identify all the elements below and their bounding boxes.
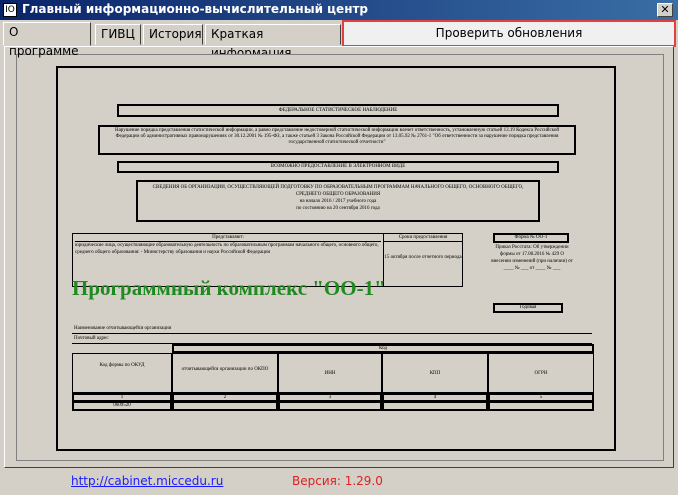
address-label: Почтовый адрес (74, 336, 109, 341)
title-bar: IO Главный информационно-вычислительный … (0, 0, 678, 20)
col-okud: Код формы по ОКУД (72, 353, 172, 393)
col-ogrn: ОГРН (488, 353, 594, 393)
product-name: Программный комплекс "ОО-1" (72, 276, 386, 300)
tab-history[interactable]: История (143, 24, 203, 45)
tab-brief-info[interactable]: Краткая информация (205, 24, 341, 60)
doc-subject-box: СВЕДЕНИЯ ОБ ОРГАНИЗАЦИИ, ОСУЩЕСТВЛЯЮЩЕЙ … (136, 180, 540, 222)
presenters-text: юридические лица, осуществляющие образов… (75, 243, 379, 255)
doc-notice: Нарушение порядка представления статисти… (98, 125, 576, 155)
doc-header: ФЕДЕРАЛЬНОЕ СТАТИСТИЧЕСКОЕ НАБЛЮДЕНИЕ (117, 104, 559, 117)
doc-date: по состоянию на 20 сентября 2016 года (296, 206, 380, 211)
code-head: Код (172, 344, 594, 353)
app-icon: IO (3, 3, 17, 17)
col-kpp: КПП (382, 353, 488, 393)
col-okpo: отчитывающейся организации по ОКПО (172, 353, 278, 393)
window-title: Главный информационно-вычислительный цен… (22, 2, 369, 16)
version-label: Версия: 1.29.0 (292, 474, 383, 488)
form-order: Приказ Росстата: Об утверждении формы от… (491, 245, 573, 271)
kpp-cell (382, 401, 488, 411)
deadline-head: Сроки предоставления (384, 234, 462, 242)
tab-about[interactable]: О программе (3, 22, 91, 58)
doc-electronic: ВОЗМОЖНО ПРЕДОСТАВЛЕНИЕ В ЭЛЕКТРОННОМ ВИ… (117, 161, 559, 173)
close-icon[interactable]: ✕ (657, 3, 673, 17)
tab-givc[interactable]: ГИВЦ (95, 24, 141, 45)
okpo-cell (172, 401, 278, 411)
doc-period: на начало 2016 / 2017 учебного года (299, 199, 377, 204)
presenters-head: Представляют: (75, 234, 381, 242)
form-period: Годовая (493, 303, 563, 313)
cabinet-link[interactable]: http://cabinet.miccedu.ru (71, 474, 223, 488)
inn-cell (278, 401, 382, 411)
form-number: Форма № ОО-1 (493, 233, 569, 243)
okud-value: 0609520 (72, 401, 172, 411)
deadline-box: Сроки предоставления 15 октября после от… (383, 233, 463, 287)
col-inn: ИНН (278, 353, 382, 393)
org-name-label: Наименование отчитывающейся организации (74, 326, 172, 331)
ogrn-cell (488, 401, 594, 411)
deadline-text: 15 октября после отчетного периода (384, 255, 462, 260)
check-updates-button[interactable]: Проверить обновления (342, 20, 676, 47)
doc-subject: СВЕДЕНИЯ ОБ ОРГАНИЗАЦИИ, ОСУЩЕСТВЛЯЮЩЕЙ … (152, 185, 524, 197)
